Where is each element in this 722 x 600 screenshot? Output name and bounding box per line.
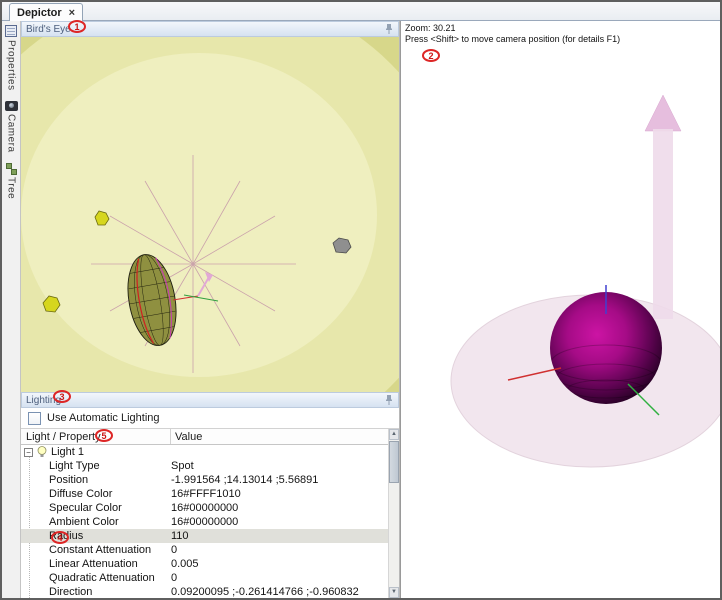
side-tab-bar: Properties Camera Tree <box>2 21 21 598</box>
3d-scene <box>401 21 720 598</box>
close-tab-icon[interactable]: × <box>69 8 75 18</box>
property-name: Direction <box>21 586 167 598</box>
property-value[interactable]: 16#00000000 <box>167 502 388 514</box>
property-grid-rows: − Light 1 Light TypeSpotPosition-1.99156… <box>21 445 399 598</box>
birds-eye-title: Bird's Eye <box>26 24 71 35</box>
viewport-info: Zoom: 30.21 Press <Shift> to move camera… <box>405 23 620 45</box>
zoom-readout: Zoom: 30.21 <box>405 23 620 34</box>
property-row-specular-color[interactable]: Specular Color16#00000000 <box>21 501 388 515</box>
birds-eye-header: Bird's Eye <box>21 21 399 37</box>
property-row-quadratic-attenuation[interactable]: Quadratic Attenuation0 <box>21 571 388 585</box>
property-row-radius[interactable]: Radius110 <box>21 529 388 543</box>
property-row-light-type[interactable]: Light TypeSpot <box>21 459 388 473</box>
tab-strip: Depictor × <box>2 2 720 21</box>
tree-icon <box>5 162 17 174</box>
pin-icon[interactable] <box>384 394 394 406</box>
pin-icon[interactable] <box>384 23 394 35</box>
property-name: Linear Attenuation <box>21 558 167 570</box>
lighting-header: Lighting <box>21 392 399 408</box>
sidebar-item-label: Properties <box>6 40 17 91</box>
property-grid-header: Light / Property Value <box>21 428 399 445</box>
scroll-down-icon[interactable]: ▼ <box>389 587 399 598</box>
birds-eye-viewport[interactable] <box>21 37 399 392</box>
property-row-direction[interactable]: Direction0.09200095 ;-0.261414766 ;-0.96… <box>21 585 388 598</box>
birds-eye-scene <box>21 37 399 392</box>
property-value[interactable]: 0 <box>167 544 388 556</box>
property-value[interactable]: 16#FFFF1010 <box>167 488 388 500</box>
column-header-property[interactable]: Light / Property <box>21 429 171 444</box>
sidebar-item-label: Tree <box>6 177 17 199</box>
property-name: Radius <box>21 530 167 542</box>
column-header-value[interactable]: Value <box>171 431 399 443</box>
use-automatic-lighting-checkbox[interactable] <box>28 412 41 425</box>
property-name: Ambient Color <box>21 516 167 528</box>
light-bulb-icon <box>37 446 47 458</box>
property-name: Constant Attenuation <box>21 544 167 556</box>
sidebar-item-label: Camera <box>6 114 17 153</box>
property-value[interactable]: 110 <box>167 530 388 542</box>
property-value[interactable]: -1.991564 ;14.13014 ;5.56891 <box>167 474 388 486</box>
property-name: Specular Color <box>21 502 167 514</box>
scroll-up-icon[interactable]: ▲ <box>389 429 399 440</box>
sidebar-item-tree[interactable]: Tree <box>5 162 17 199</box>
property-name: Light Type <box>21 460 167 472</box>
property-value[interactable]: Spot <box>167 460 388 472</box>
property-name: Diffuse Color <box>21 488 167 500</box>
property-row-diffuse-color[interactable]: Diffuse Color16#FFFF1010 <box>21 487 388 501</box>
property-name: Quadratic Attenuation <box>21 572 167 584</box>
light-group-row[interactable]: − Light 1 <box>21 445 388 459</box>
tab-depictor-label: Depictor <box>17 7 62 19</box>
property-row-ambient-color[interactable]: Ambient Color16#00000000 <box>21 515 388 529</box>
property-value[interactable]: 0 <box>167 572 388 584</box>
camera-icon <box>5 101 18 111</box>
properties-icon <box>5 25 17 37</box>
lighting-title: Lighting <box>26 395 61 406</box>
depictor-window: Depictor × Properties Camera Tree Bird's… <box>0 0 722 600</box>
use-automatic-lighting-label: Use Automatic Lighting <box>47 412 160 424</box>
main-3d-viewport[interactable]: Zoom: 30.21 Press <Shift> to move camera… <box>400 21 720 598</box>
property-row-constant-attenuation[interactable]: Constant Attenuation0 <box>21 543 388 557</box>
property-name: Position <box>21 474 167 486</box>
camera-hint: Press <Shift> to move camera position (f… <box>405 34 620 45</box>
auto-lighting-row: Use Automatic Lighting <box>21 408 399 428</box>
left-panel-column: Bird's Eye <box>21 21 400 598</box>
collapse-expander-icon[interactable]: − <box>24 448 33 457</box>
sidebar-item-camera[interactable]: Camera <box>5 101 18 153</box>
scrollbar-thumb[interactable] <box>389 441 399 483</box>
tab-depictor[interactable]: Depictor × <box>9 3 83 21</box>
property-row-position[interactable]: Position-1.991564 ;14.13014 ;5.56891 <box>21 473 388 487</box>
property-value[interactable]: 0.005 <box>167 558 388 570</box>
property-value[interactable]: 16#00000000 <box>167 516 388 528</box>
sidebar-item-properties[interactable]: Properties <box>5 25 17 91</box>
property-value[interactable]: 0.09200095 ;-0.261414766 ;-0.960832 <box>167 586 388 598</box>
property-grid-scrollbar[interactable]: ▲ ▼ <box>388 429 399 598</box>
property-row-linear-attenuation[interactable]: Linear Attenuation0.005 <box>21 557 388 571</box>
